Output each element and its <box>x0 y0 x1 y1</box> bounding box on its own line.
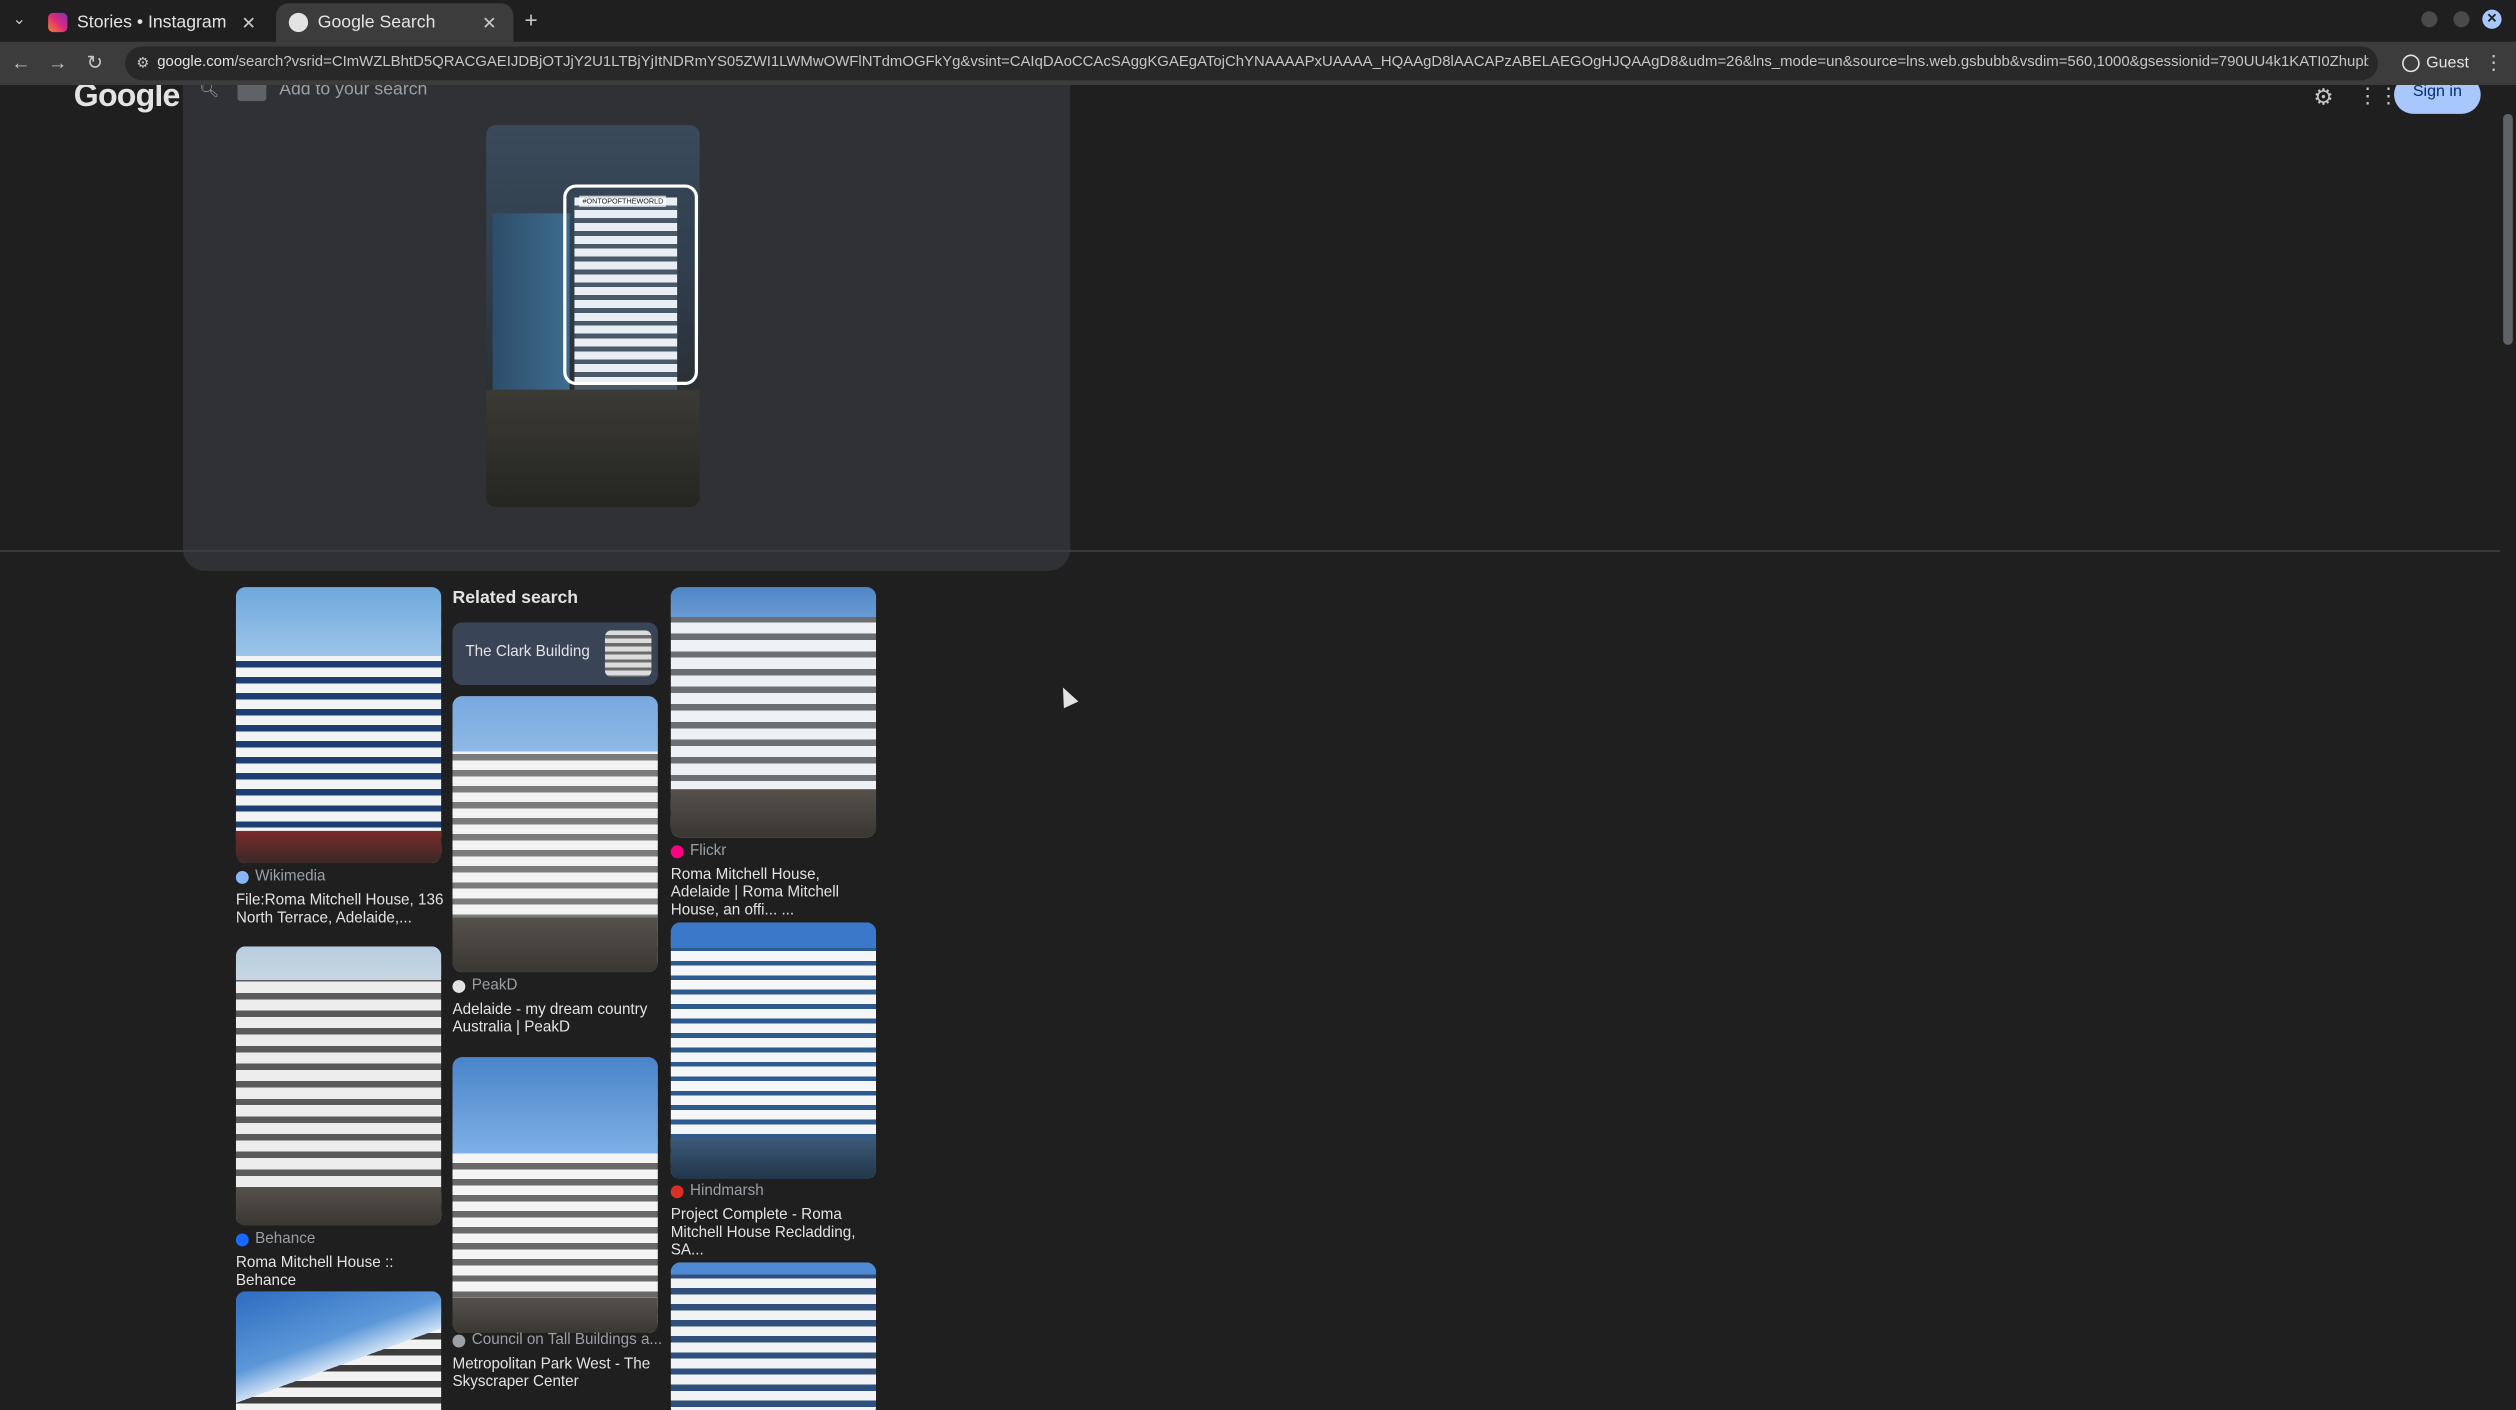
flickr-icon <box>670 844 684 858</box>
mouse-cursor <box>1055 684 1079 709</box>
sign-in-button[interactable]: Sign in <box>2394 85 2481 114</box>
result-thumbnail[interactable] <box>235 946 442 1226</box>
behance-icon <box>235 1232 249 1246</box>
ctbuh-icon <box>452 1333 466 1347</box>
result-title[interactable]: Adelaide - my dream country Australia | … <box>452 1001 661 1036</box>
result-thumbnail[interactable] <box>452 1057 658 1334</box>
new-tab-icon[interactable]: + <box>520 6 542 32</box>
close-tab-icon[interactable]: ✕ <box>478 12 500 33</box>
page-content: Google 🔍︎ Add to your search ⌃ #ONTOPOFT… <box>0 85 2500 1410</box>
lens-panel: 🔍︎ Add to your search ⌃ #ONTOPOFTHEWORLD <box>182 85 1071 572</box>
page-scrollbar[interactable] <box>2499 85 2516 1410</box>
result-source[interactable]: PeakD <box>452 977 518 995</box>
related-search-thumbnail <box>604 630 652 677</box>
result-title[interactable]: Project Complete - Roma Mitchell House R… <box>671 1206 880 1259</box>
minimize-icon[interactable] <box>2421 11 2438 28</box>
tab-title: Stories • Instagram <box>77 12 227 33</box>
result-title[interactable]: Metropolitan Park West - The Skyscraper … <box>452 1355 661 1390</box>
url-text[interactable]: google.com/search?vsrid=CImWZLBhtD5QRACG… <box>157 53 2368 69</box>
window-close-icon[interactable]: ✕ <box>2482 9 2502 29</box>
browser-toolbar: ← → ↻ ⚙ google.com/search?vsrid=CImWZLBh… <box>0 41 2516 86</box>
google-logo[interactable]: Google <box>74 85 181 115</box>
hindmarsh-icon <box>670 1184 684 1198</box>
result-thumbnail[interactable] <box>235 1291 442 1410</box>
reload-icon[interactable]: ↻ <box>82 50 108 76</box>
result-title[interactable]: File:Roma Mitchell House, 136 North Terr… <box>236 892 445 927</box>
profile-label: Guest <box>2426 54 2469 73</box>
result-thumbnail[interactable] <box>670 922 877 1180</box>
result-source[interactable]: Wikimedia <box>235 868 325 885</box>
tab-title: Google Search <box>317 12 436 33</box>
wikimedia-icon <box>235 870 249 884</box>
result-thumbnail[interactable] <box>670 587 877 838</box>
result-source[interactable]: Hindmarsh <box>670 1182 764 1200</box>
result-title[interactable]: Roma Mitchell House, Adelaide | Roma Mit… <box>671 866 880 919</box>
crop-box[interactable] <box>563 184 698 385</box>
scrollbar-thumb[interactable] <box>2503 113 2513 345</box>
tab-search-menu-icon[interactable]: ⌄ <box>6 8 32 34</box>
address-bar[interactable]: ⚙ google.com/search?vsrid=CImWZLBhtD5QRA… <box>125 46 2379 81</box>
related-search-chip[interactable]: The Clark Building <box>452 622 658 685</box>
browser-menu-icon[interactable]: ⋮ <box>2484 50 2503 76</box>
result-source[interactable]: Council on Tall Buildings a... <box>452 1331 662 1349</box>
add-to-search-input[interactable]: Add to your search <box>279 85 427 99</box>
result-thumbnail[interactable] <box>452 696 658 973</box>
maximize-icon[interactable] <box>2453 11 2470 28</box>
result-source[interactable]: Flickr <box>670 842 726 860</box>
result-title[interactable]: Roma Mitchell House :: Behance <box>236 1254 445 1289</box>
settings-gear-icon[interactable]: ⚙ <box>2311 85 2337 109</box>
image-chip-icon[interactable] <box>237 85 267 102</box>
tab-strip: ⌄ Stories • Instagram ✕ Google Search ✕ … <box>0 0 2516 42</box>
tab-google-search[interactable]: Google Search ✕ <box>275 3 514 42</box>
google-favicon-icon <box>288 12 309 33</box>
google-apps-icon[interactable]: ⋮⋮⋮ <box>2357 85 2420 109</box>
related-search-label: The Clark Building <box>465 643 590 661</box>
forward-arrow-icon[interactable]: → <box>45 50 71 76</box>
result-source[interactable]: Behance <box>235 1230 315 1248</box>
lens-query-image[interactable]: #ONTOPOFTHEWORLD <box>486 125 700 507</box>
back-arrow-icon[interactable]: ← <box>8 50 34 76</box>
tab-instagram[interactable]: Stories • Instagram ✕ <box>35 3 272 41</box>
result-thumbnail[interactable] <box>670 1262 877 1410</box>
related-search-heading: Related search <box>452 588 579 608</box>
peakd-icon <box>452 979 466 993</box>
profile-button[interactable]: Guest <box>2392 48 2478 78</box>
divider <box>0 550 2500 552</box>
chevron-up-icon[interactable]: ⌃ <box>1032 85 1047 98</box>
profile-icon <box>2402 54 2420 73</box>
result-thumbnail[interactable] <box>235 587 442 864</box>
close-tab-icon[interactable]: ✕ <box>237 12 259 33</box>
instagram-favicon-icon <box>48 12 68 33</box>
search-icon: 🔍︎ <box>198 85 220 100</box>
site-info-icon[interactable]: ⚙ <box>132 51 154 73</box>
